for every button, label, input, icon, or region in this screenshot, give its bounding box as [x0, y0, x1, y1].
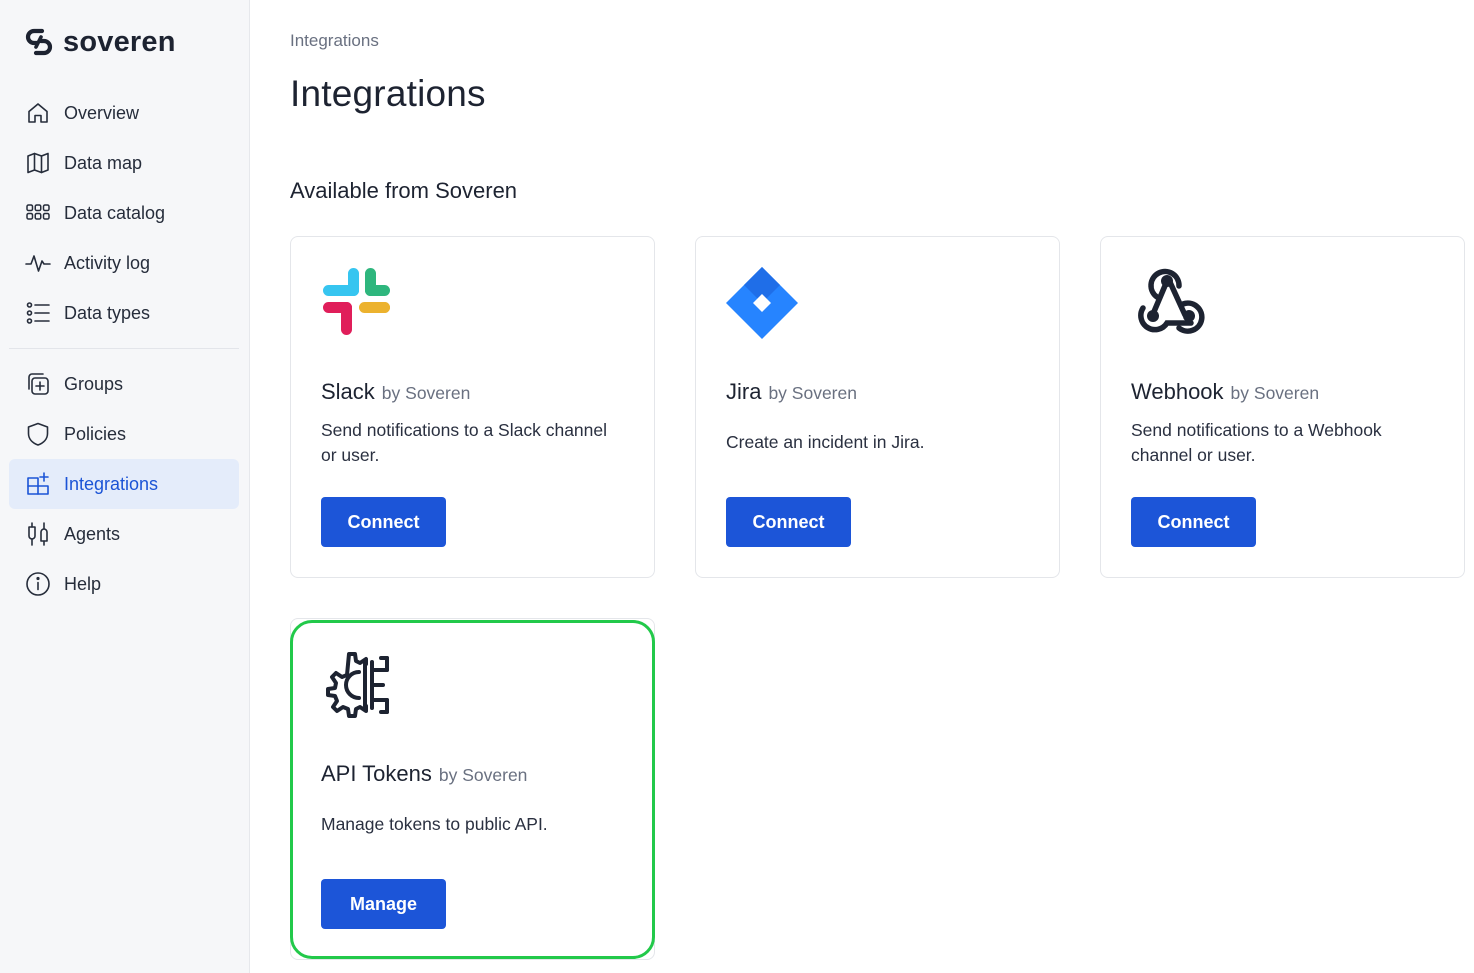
- sidebar-item-data-map[interactable]: Data map: [9, 138, 239, 188]
- card-vendor: by Soveren: [381, 383, 471, 403]
- brand-name: soveren: [63, 26, 176, 58]
- sidebar-item-help[interactable]: Help: [9, 559, 239, 609]
- home-icon: [25, 100, 51, 126]
- card-heading: Jira by Soveren: [726, 379, 857, 405]
- slack-icon: [323, 268, 390, 335]
- card-description: Create an incident in Jira.: [726, 432, 925, 452]
- connect-slack-button[interactable]: Connect: [321, 497, 446, 547]
- card-name: Jira: [726, 379, 762, 404]
- integration-card-jira: Jira by Soveren Create an incident in Ji…: [695, 236, 1060, 578]
- sidebar-item-policies[interactable]: Policies: [9, 409, 239, 459]
- card-description: Send notifications to a Webhook channel …: [1131, 420, 1382, 465]
- sidebar-item-label: Help: [64, 573, 102, 594]
- grid-icon: [25, 200, 51, 226]
- sidebar-item-label: Data catalog: [64, 202, 166, 223]
- integration-card-api-tokens: API Tokens by Soveren Manage tokens to p…: [290, 618, 655, 960]
- integration-card-slack: Slack by Soveren Send notifications to a…: [290, 236, 655, 578]
- card-name: Slack: [321, 379, 375, 404]
- card-description: Manage tokens to public API.: [321, 814, 548, 834]
- groups-icon: [25, 371, 51, 397]
- card-heading: Slack by Soveren: [321, 379, 470, 405]
- card-name: Webhook: [1131, 379, 1224, 404]
- card-vendor: by Soveren: [768, 383, 857, 403]
- info-icon: [25, 571, 51, 597]
- card-name: API Tokens: [321, 761, 432, 786]
- card-vendor: by Soveren: [438, 765, 528, 785]
- card-vendor: by Soveren: [1230, 383, 1320, 403]
- jira-icon: [726, 267, 798, 339]
- sidebar: soveren Overview Data map Data catalog A…: [0, 0, 250, 973]
- sidebar-item-label: Data map: [64, 152, 143, 173]
- sidebar-item-activity-log[interactable]: Activity log: [9, 238, 239, 288]
- sidebar-item-label: Integrations: [64, 473, 159, 494]
- api-gear-icon: [326, 652, 389, 718]
- breadcrumb[interactable]: Integrations: [290, 31, 379, 51]
- sidebar-item-integrations[interactable]: Integrations: [9, 459, 239, 509]
- sidebar-item-data-types[interactable]: Data types: [9, 288, 239, 338]
- sidebar-item-overview[interactable]: Overview: [9, 88, 239, 138]
- webhook-icon: [1138, 268, 1205, 334]
- sidebar-item-label: Policies: [64, 423, 127, 444]
- sidebar-item-agents[interactable]: Agents: [9, 509, 239, 559]
- sidebar-item-label: Groups: [64, 373, 124, 394]
- soveren-logo-icon: [25, 28, 53, 56]
- integration-card-webhook: Webhook by Soveren Send notifications to…: [1100, 236, 1465, 578]
- card-heading: Webhook by Soveren: [1131, 379, 1319, 405]
- brand-logo[interactable]: soveren: [25, 26, 176, 58]
- connect-webhook-button[interactable]: Connect: [1131, 497, 1256, 547]
- sidebar-item-label: Activity log: [64, 252, 151, 273]
- sidebar-item-label: Overview: [64, 102, 140, 123]
- activity-icon: [25, 250, 51, 276]
- section-title: Available from Soveren: [290, 178, 518, 203]
- agents-icon: [25, 521, 51, 547]
- integrations-icon: [25, 471, 51, 497]
- manage-api-tokens-button[interactable]: Manage: [321, 879, 446, 929]
- shield-icon: [25, 421, 51, 447]
- sidebar-item-groups[interactable]: Groups: [9, 359, 239, 409]
- list-icon: [25, 300, 51, 326]
- card-heading: API Tokens by Soveren: [321, 761, 527, 787]
- connect-jira-button[interactable]: Connect: [726, 497, 851, 547]
- map-icon: [25, 150, 51, 176]
- card-description: Send notifications to a Slack channel or…: [321, 420, 608, 465]
- page-title: Integrations: [290, 73, 486, 114]
- sidebar-item-data-catalog[interactable]: Data catalog: [9, 188, 239, 238]
- sidebar-divider: [9, 348, 239, 349]
- sidebar-item-label: Data types: [64, 302, 151, 323]
- sidebar-item-label: Agents: [64, 523, 121, 544]
